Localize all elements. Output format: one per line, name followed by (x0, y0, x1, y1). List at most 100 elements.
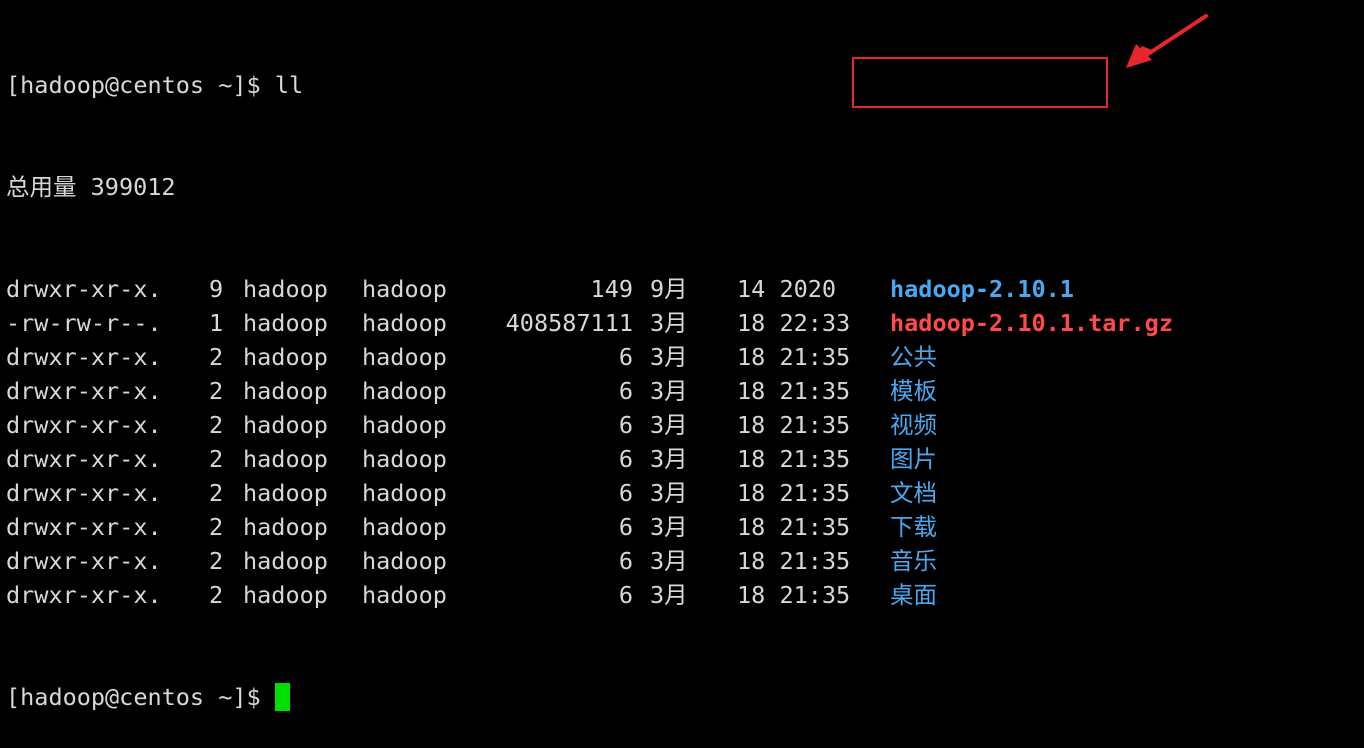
group: hadoop (362, 547, 447, 575)
listing-row: drwxr-xr-x. 2 hadoop hadoop 6 3月 18 21:35 视频 (6, 408, 1358, 442)
date-time: 18 22:33 (737, 309, 851, 337)
link-count: 2 (209, 343, 224, 371)
owner: hadoop (243, 343, 328, 371)
link-count: 2 (209, 411, 224, 439)
link-count: 1 (209, 309, 224, 337)
month: 3月 (650, 309, 688, 337)
file-size: 6 (618, 377, 633, 405)
month: 9月 (650, 275, 688, 303)
final-prompt: [hadoop@centos ~]$ (6, 683, 261, 711)
group: hadoop (362, 377, 447, 405)
listing-row: drwxr-xr-x. 2 hadoop hadoop 6 3月 18 21:35 模板 (6, 374, 1358, 408)
command-line: [hadoop@centos ~]$ ll (6, 68, 1358, 102)
arrow-pointer-icon (1126, 14, 1208, 68)
permissions: drwxr-xr-x. (6, 377, 162, 405)
owner: hadoop (243, 479, 328, 507)
permissions: drwxr-xr-x. (6, 479, 162, 507)
group: hadoop (362, 581, 447, 609)
file-size: 6 (618, 411, 633, 439)
link-count: 2 (209, 547, 224, 575)
listing: drwxr-xr-x. 9 hadoop hadoop 149 9月 14 2020 hado… (6, 272, 1358, 612)
date-time: 18 21:35 (737, 377, 851, 405)
owner: hadoop (243, 445, 328, 473)
file-size: 6 (618, 343, 633, 371)
permissions: drwxr-xr-x. (6, 581, 162, 609)
file-name: 公共 (890, 343, 937, 371)
owner: hadoop (243, 275, 328, 303)
cursor-block (274, 683, 290, 711)
prompt: [hadoop@centos ~]$ (6, 71, 261, 99)
permissions: drwxr-xr-x. (6, 343, 162, 371)
group: hadoop (362, 343, 447, 371)
date-time: 18 21:35 (737, 479, 851, 507)
file-size: 6 (618, 581, 633, 609)
file-size: 6 (618, 445, 633, 473)
owner: hadoop (243, 309, 328, 337)
command-text: ll (274, 71, 304, 99)
total-line: 总用量 399012 (6, 173, 176, 201)
listing-row: drwxr-xr-x. 9 hadoop hadoop 149 9月 14 2020 hado… (6, 272, 1358, 306)
month: 3月 (650, 343, 688, 371)
file-name: hadoop-2.10.1 (890, 275, 1074, 303)
file-name: hadoop-2.10.1.tar.gz (890, 309, 1173, 337)
file-name: 模板 (890, 377, 937, 405)
link-count: 2 (209, 513, 224, 541)
date-time: 14 2020 (737, 275, 837, 303)
group: hadoop (362, 445, 447, 473)
month: 3月 (650, 377, 688, 405)
owner: hadoop (243, 377, 328, 405)
file-name: 图片 (890, 445, 937, 473)
file-size: 149 (590, 275, 633, 303)
month: 3月 (650, 479, 688, 507)
listing-row: drwxr-xr-x. 2 hadoop hadoop 6 3月 18 21:35 下载 (6, 510, 1358, 544)
listing-row: drwxr-xr-x. 2 hadoop hadoop 6 3月 18 21:35 图片 (6, 442, 1358, 476)
owner: hadoop (243, 581, 328, 609)
month: 3月 (650, 411, 688, 439)
file-name: 文档 (890, 479, 937, 507)
link-count: 9 (209, 275, 224, 303)
listing-row: drwxr-xr-x. 2 hadoop hadoop 6 3月 18 21:35 桌面 (6, 578, 1358, 612)
owner: hadoop (243, 411, 328, 439)
date-time: 18 21:35 (737, 513, 851, 541)
listing-row: -rw-rw-r--. 1 hadoop hadoop 408587111 3月 18 22… (6, 306, 1358, 340)
permissions: drwxr-xr-x. (6, 445, 162, 473)
listing-row: drwxr-xr-x. 2 hadoop hadoop 6 3月 18 21:35 文档 (6, 476, 1358, 510)
date-time: 18 21:35 (737, 445, 851, 473)
group: hadoop (362, 513, 447, 541)
month: 3月 (650, 581, 688, 609)
file-size: 6 (618, 547, 633, 575)
permissions: drwxr-xr-x. (6, 275, 162, 303)
link-count: 2 (209, 581, 224, 609)
link-count: 2 (209, 445, 224, 473)
file-name: 桌面 (890, 581, 937, 609)
final-prompt-line[interactable]: [hadoop@centos ~]$ (6, 680, 1358, 714)
file-name: 视频 (890, 411, 937, 439)
permissions: drwxr-xr-x. (6, 513, 162, 541)
owner: hadoop (243, 547, 328, 575)
listing-row: drwxr-xr-x. 2 hadoop hadoop 6 3月 18 21:35 音乐 (6, 544, 1358, 578)
file-size: 6 (618, 513, 633, 541)
listing-row: drwxr-xr-x. 2 hadoop hadoop 6 3月 18 21:35 公共 (6, 340, 1358, 374)
permissions: drwxr-xr-x. (6, 411, 162, 439)
group: hadoop (362, 411, 447, 439)
highlight-box (852, 57, 1108, 108)
month: 3月 (650, 513, 688, 541)
month: 3月 (650, 445, 688, 473)
link-count: 2 (209, 377, 224, 405)
file-name: 下载 (890, 513, 937, 541)
file-name: 音乐 (890, 547, 937, 575)
date-time: 18 21:35 (737, 411, 851, 439)
file-size: 6 (618, 479, 633, 507)
link-count: 2 (209, 479, 224, 507)
permissions: -rw-rw-r--. (6, 309, 162, 337)
permissions: drwxr-xr-x. (6, 547, 162, 575)
group: hadoop (362, 275, 447, 303)
file-size: 408587111 (505, 309, 633, 337)
group: hadoop (362, 479, 447, 507)
date-time: 18 21:35 (737, 547, 851, 575)
date-time: 18 21:35 (737, 581, 851, 609)
group: hadoop (362, 309, 447, 337)
date-time: 18 21:35 (737, 343, 851, 371)
month: 3月 (650, 547, 688, 575)
owner: hadoop (243, 513, 328, 541)
